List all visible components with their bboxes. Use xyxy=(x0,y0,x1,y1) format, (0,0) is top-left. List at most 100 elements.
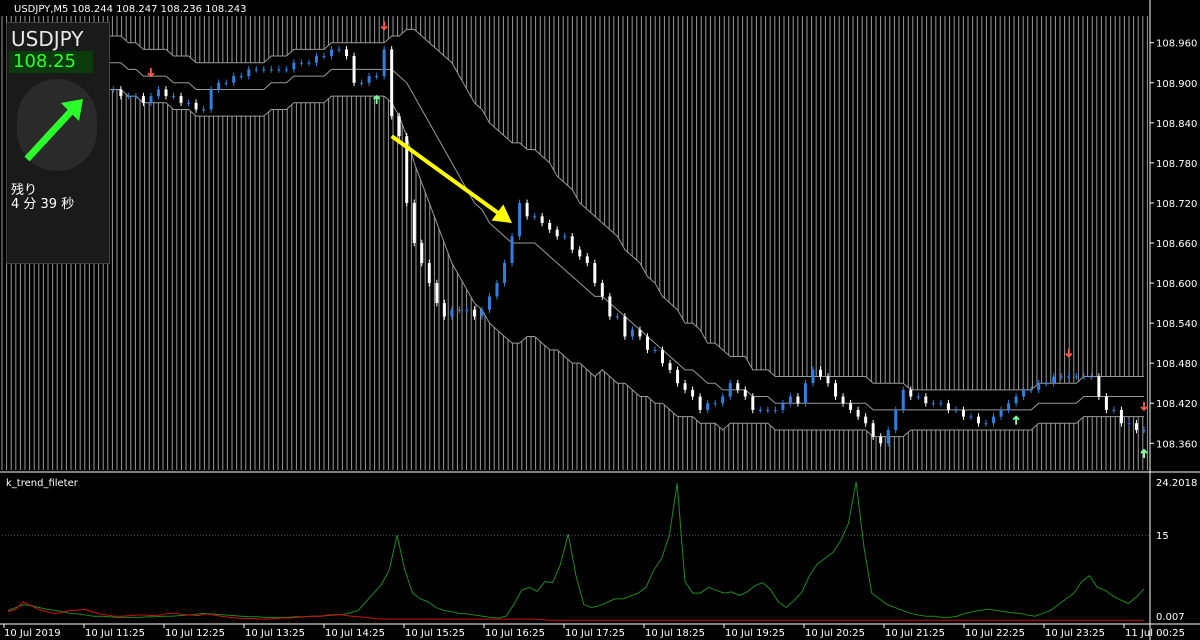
y-tick-label: 108.840 xyxy=(1156,119,1197,130)
candle-body xyxy=(202,109,206,111)
candle-body xyxy=(172,96,176,98)
candle-body xyxy=(337,49,341,51)
candle-body xyxy=(600,283,604,297)
candle-body xyxy=(284,69,288,71)
x-tick-label: 10 Jul 12:25 xyxy=(165,628,225,639)
candle-body xyxy=(247,69,251,77)
candle-body xyxy=(1037,383,1041,390)
candle-body xyxy=(931,403,935,405)
candle-body xyxy=(849,403,853,410)
trading-chart[interactable]: 108.960 108.900 108.840 108.780 108.720 108.6… xyxy=(0,0,1200,640)
candle-body xyxy=(909,389,913,397)
candle-body xyxy=(653,349,657,351)
candle-body xyxy=(292,62,296,70)
x-tick-label: 10 Jul 15:25 xyxy=(405,628,465,639)
candle-body xyxy=(916,396,920,398)
candle-body xyxy=(623,316,627,337)
candle-body xyxy=(555,229,559,237)
candle-body xyxy=(1074,376,1078,378)
y-tick-label: 108.600 xyxy=(1156,279,1197,290)
candle-body xyxy=(736,383,740,390)
candle-body xyxy=(548,222,552,230)
candle-body xyxy=(1089,376,1093,378)
candle-body xyxy=(946,403,950,410)
indicator-tick-label: 24.2018 xyxy=(1156,478,1197,489)
candle-body xyxy=(615,316,619,318)
candle-body xyxy=(683,383,687,390)
candle-body xyxy=(570,236,574,250)
candle-body xyxy=(179,96,183,103)
candle-body xyxy=(826,376,830,384)
candle-body xyxy=(307,62,311,64)
candle-body xyxy=(254,69,258,71)
candle-body xyxy=(1022,389,1026,397)
candle-body xyxy=(788,396,792,404)
candle-body xyxy=(841,396,845,404)
candle-body xyxy=(819,369,823,377)
candle-body xyxy=(390,49,394,117)
candle-body xyxy=(232,76,236,83)
candle-body xyxy=(126,96,130,98)
trend-dial xyxy=(17,79,97,171)
candle-body xyxy=(563,236,567,238)
indicator-lines xyxy=(2,481,1150,621)
candle-body xyxy=(856,409,860,417)
candle-body xyxy=(691,389,695,397)
candle-body xyxy=(1142,429,1146,431)
bollinger-bands xyxy=(8,28,1144,438)
candle-body xyxy=(194,102,198,110)
candle-body xyxy=(879,436,883,444)
candle-body xyxy=(345,49,349,57)
y-tick-label: 108.720 xyxy=(1156,199,1197,210)
candle-body xyxy=(886,429,890,444)
candle-body xyxy=(352,56,356,83)
candle-body xyxy=(503,263,507,284)
candle-body xyxy=(119,89,123,97)
up-arrow-icon xyxy=(1140,448,1148,458)
y-tick-label: 108.660 xyxy=(1156,239,1197,250)
info-panel[interactable]: USDJPY 108.25 残り 4 分 39 秒 xyxy=(6,22,110,264)
candle-body xyxy=(111,89,115,91)
x-tick-label: 10 Jul 18:25 xyxy=(645,628,705,639)
indicator-series xyxy=(7,481,1145,619)
candle-body xyxy=(796,396,800,404)
candle-body xyxy=(510,236,514,264)
candle-body xyxy=(773,409,777,411)
candle-body xyxy=(450,309,454,317)
y-tick-label: 108.780 xyxy=(1156,159,1197,170)
candle-body xyxy=(1067,376,1071,378)
x-tick-label: 10 Jul 16:25 xyxy=(485,628,545,639)
candle-body xyxy=(871,423,875,437)
candle-body xyxy=(961,409,965,417)
candle-body xyxy=(713,403,717,405)
candle-body xyxy=(495,283,499,297)
candle-body xyxy=(360,82,364,84)
candle-body xyxy=(1112,409,1116,411)
candle-body xyxy=(608,296,612,317)
candle-body xyxy=(939,403,943,405)
candle-body xyxy=(224,82,228,84)
candle-body xyxy=(209,89,213,110)
indicator-label: k_trend_fileter xyxy=(6,478,79,489)
candle-body xyxy=(585,256,589,264)
candle-body xyxy=(811,369,815,384)
candle-body xyxy=(803,383,807,404)
x-tick-label: 10 Jul 19:25 xyxy=(725,628,785,639)
candle-body xyxy=(314,56,318,63)
candle-body xyxy=(141,96,145,103)
candle-body xyxy=(1029,389,1033,391)
candle-body xyxy=(533,216,537,218)
candle-body xyxy=(578,249,582,257)
candle-body xyxy=(676,369,680,384)
x-tick-label: 10 Jul 23:25 xyxy=(1045,628,1105,639)
candle-body xyxy=(375,76,379,78)
up-right-arrow-icon xyxy=(24,99,83,162)
panel-price: 108.25 xyxy=(9,51,93,73)
y-tick-label: 108.360 xyxy=(1156,439,1197,450)
candle-body xyxy=(277,69,281,71)
candle-body xyxy=(781,403,785,410)
x-tick-label: 10 Jul 20:25 xyxy=(805,628,865,639)
x-tick-label: 11 Jul 00:25 xyxy=(1125,628,1185,639)
candle-body xyxy=(894,409,898,430)
candle-body xyxy=(412,202,416,243)
